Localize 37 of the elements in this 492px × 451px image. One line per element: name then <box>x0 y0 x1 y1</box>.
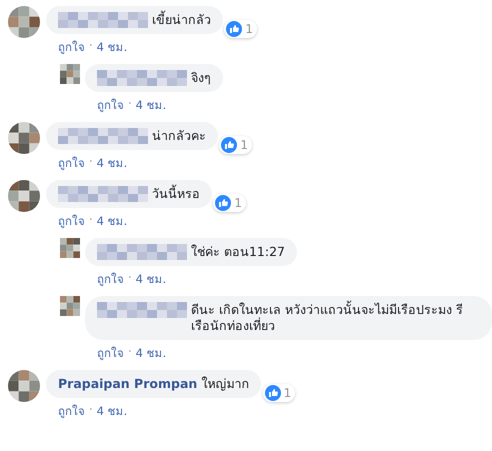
comment-time[interactable]: 4 ชม. <box>96 212 128 230</box>
comment-text: จิงๆ <box>191 70 211 86</box>
separator: · <box>89 154 93 170</box>
comment-text: เขี้ยน่ากลัว <box>152 12 211 28</box>
comment-text: ใหญ่มาก <box>201 376 250 392</box>
like-icon <box>215 195 232 211</box>
comment-time[interactable]: 4 ชม. <box>96 154 128 172</box>
comment-text: วันนี้หรอ <box>152 186 200 202</box>
separator: · <box>128 96 132 112</box>
comment-time[interactable]: 4 ชม. <box>136 270 166 288</box>
author-name[interactable]: Prapaipan Prompan <box>58 376 198 392</box>
like-icon <box>264 385 281 401</box>
like-link[interactable]: ถูกใจ <box>58 38 85 56</box>
separator: · <box>128 270 132 286</box>
like-icon <box>226 21 242 37</box>
reaction-count[interactable]: 1 <box>213 194 246 212</box>
reaction-count[interactable]: 1 <box>219 136 252 154</box>
reaction-count[interactable]: 1 <box>262 384 296 402</box>
comment-text: ดีนะ เกิดในทะเล หวังว่าแถวนั้นจะไม่มีเรือประมง รี เรือนักท่องเที่ยว <box>191 302 464 334</box>
like-link[interactable]: ถูกใจ <box>58 212 85 230</box>
comment-time[interactable]: 4 ชม. <box>96 402 128 420</box>
comment-time[interactable]: 4 ชม. <box>136 344 166 362</box>
comment-time[interactable]: 4 ชม. <box>136 96 166 114</box>
like-link[interactable]: ถูกใจ <box>97 344 124 362</box>
comment-time[interactable]: 4 ชม. <box>96 38 128 56</box>
like-icon <box>221 137 238 153</box>
separator: · <box>128 344 132 360</box>
like-link[interactable]: ถูกใจ <box>58 154 85 172</box>
like-link[interactable]: ถูกใจ <box>97 96 124 114</box>
separator: · <box>89 212 93 228</box>
reaction-count[interactable]: 1 <box>224 20 257 38</box>
like-link[interactable]: ถูกใจ <box>58 402 85 420</box>
separator: · <box>89 402 93 418</box>
separator: · <box>89 38 93 54</box>
comment-text: น่ากลัวคะ <box>152 128 206 144</box>
comment-text: ใช่ค่ะ ตอน11:27 <box>191 244 285 260</box>
like-link[interactable]: ถูกใจ <box>97 270 124 288</box>
